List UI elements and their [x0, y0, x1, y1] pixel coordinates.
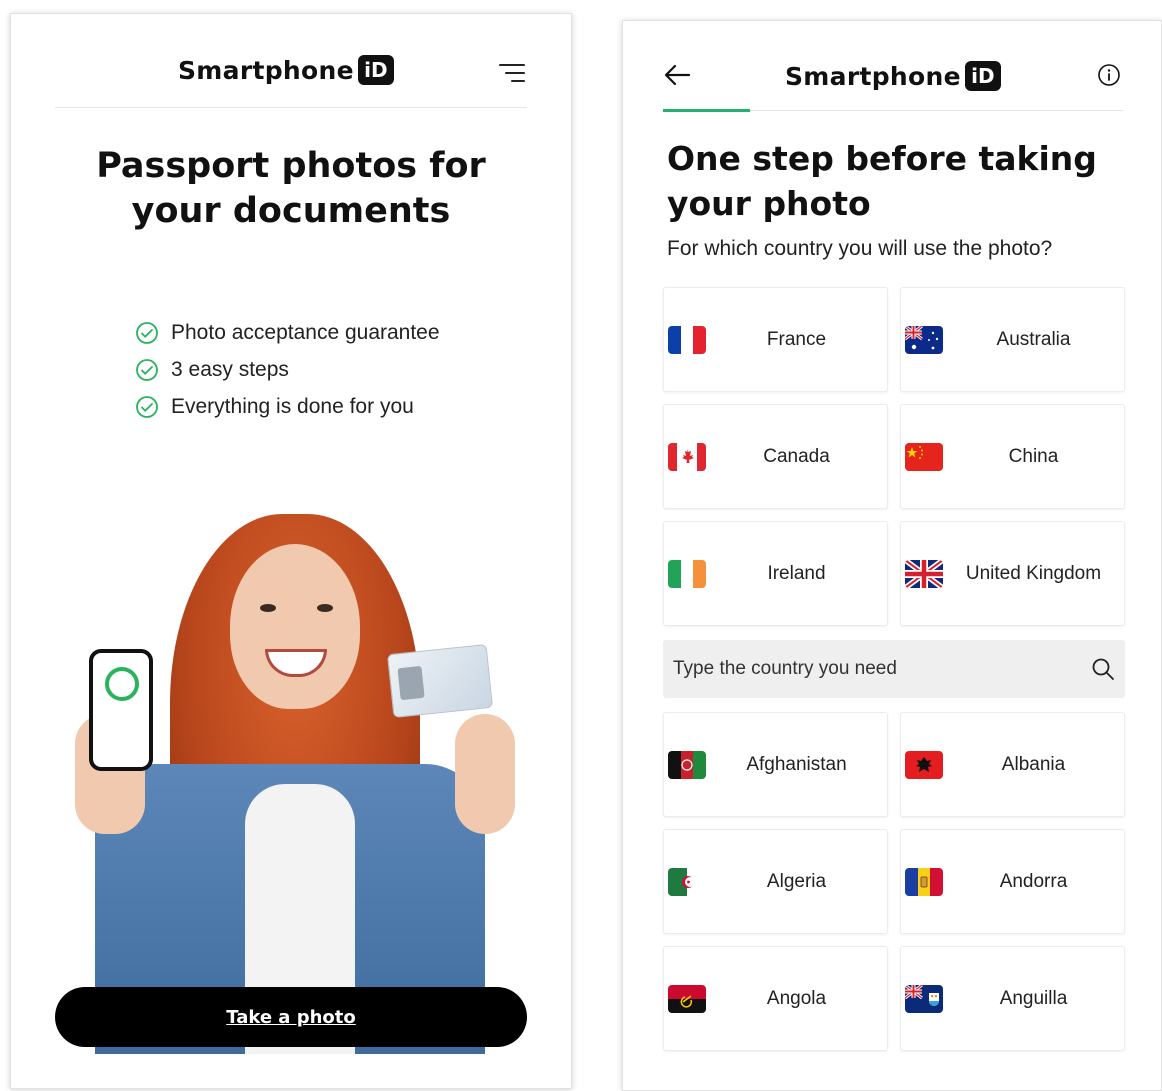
hero-phone — [89, 649, 153, 771]
country-option-afghanistan[interactable]: Afghanistan — [663, 712, 888, 817]
country-option-anguilla[interactable]: Anguilla — [900, 946, 1125, 1051]
france-flag-icon — [668, 326, 706, 354]
country-select-screen: Smartphone iD One step before taking you… — [622, 20, 1162, 1091]
country-option-france[interactable]: France — [663, 287, 888, 392]
country-name: France — [766, 328, 827, 350]
page-subtitle: For which country you will use the photo… — [667, 237, 1053, 260]
anguilla-flag-icon — [905, 985, 943, 1013]
country-search — [663, 640, 1125, 698]
brand-badge: iD — [357, 55, 394, 85]
brand-badge: iD — [964, 61, 1001, 91]
china-flag-icon — [905, 443, 943, 471]
feature-label: 3 easy steps — [171, 357, 289, 381]
country-name: Afghanistan — [746, 753, 847, 775]
albania-flag-icon — [905, 751, 943, 779]
country-option-australia[interactable]: Australia — [900, 287, 1125, 392]
country-name: Canada — [763, 445, 830, 467]
title-line-2: your photo — [667, 184, 871, 223]
hero-id-card — [386, 643, 494, 719]
country-option-albania[interactable]: Albania — [900, 712, 1125, 817]
feature-item: 3 easy steps — [135, 351, 440, 388]
andorra-flag-icon — [905, 868, 943, 896]
algeria-flag-icon — [668, 868, 706, 896]
feature-label: Everything is done for you — [171, 394, 414, 418]
title-line-1: One step before taking — [667, 139, 1097, 178]
phone-check-icon — [105, 667, 139, 701]
united-kingdom-flag-icon — [905, 560, 943, 588]
feature-list: Photo acceptance guarantee 3 easy steps … — [135, 314, 440, 425]
step-progress-bar — [663, 109, 750, 112]
country-name: Anguilla — [999, 987, 1068, 1009]
country-option-algeria[interactable]: Algeria — [663, 829, 888, 934]
angola-flag-icon — [668, 985, 706, 1013]
title-line-1: Passport photos for — [96, 146, 486, 186]
hero-face — [230, 544, 360, 709]
country-name: Albania — [1001, 753, 1066, 775]
title-line-2: your documents — [131, 191, 451, 231]
info-icon[interactable] — [1097, 63, 1121, 87]
id-card-photo — [397, 665, 425, 701]
country-option-canada[interactable]: Canada — [663, 404, 888, 509]
australia-flag-icon — [905, 326, 943, 354]
feature-item: Everything is done for you — [135, 388, 440, 425]
search-icon[interactable] — [1091, 657, 1115, 681]
feature-label: Photo acceptance guarantee — [171, 320, 440, 344]
hero-eye — [317, 604, 333, 612]
all-country-grid: Afghanistan Albania Algeria Andorra Ango… — [663, 712, 1125, 1051]
country-option-angola[interactable]: Angola — [663, 946, 888, 1051]
country-name: Australia — [996, 328, 1071, 350]
brand-logo[interactable]: Smartphone iD — [178, 55, 394, 85]
check-circle-icon — [136, 358, 158, 381]
hero-hand-right — [455, 714, 515, 834]
country-name: China — [1008, 445, 1059, 467]
country-name: Angola — [766, 987, 827, 1009]
check-circle-icon — [136, 321, 158, 344]
menu-icon[interactable] — [499, 60, 525, 86]
popular-country-grid: France Australia Canada China Ireland Un… — [663, 287, 1125, 626]
landing-screen: Smartphone iD Passport photos for your d… — [10, 13, 572, 1089]
landing-header: Smartphone iD — [11, 14, 571, 108]
brand-logo[interactable]: Smartphone iD — [785, 61, 1001, 91]
brand-name: Smartphone — [178, 55, 354, 85]
hero-image — [55, 484, 527, 1054]
country-option-united-kingdom[interactable]: United Kingdom — [900, 521, 1125, 626]
country-option-china[interactable]: China — [900, 404, 1125, 509]
page-title: Passport photos for your documents — [11, 144, 571, 234]
page-title: One step before taking your photo — [667, 136, 1127, 226]
header-divider — [55, 107, 527, 108]
country-option-ireland[interactable]: Ireland — [663, 521, 888, 626]
back-arrow-icon[interactable] — [663, 63, 691, 87]
country-name: United Kingdom — [965, 562, 1102, 584]
canada-flag-icon — [668, 443, 706, 471]
country-name: Algeria — [766, 870, 827, 892]
country-name: Ireland — [767, 562, 826, 584]
afghanistan-flag-icon — [668, 751, 706, 779]
country-option-andorra[interactable]: Andorra — [900, 829, 1125, 934]
check-circle-icon — [136, 395, 158, 418]
ireland-flag-icon — [668, 560, 706, 588]
country-search-input[interactable] — [663, 640, 1063, 698]
take-photo-button[interactable]: Take a photo — [55, 987, 527, 1047]
hero-eye — [260, 604, 276, 612]
feature-item: Photo acceptance guarantee — [135, 314, 440, 351]
country-name: Andorra — [999, 870, 1068, 892]
brand-name: Smartphone — [785, 61, 961, 91]
